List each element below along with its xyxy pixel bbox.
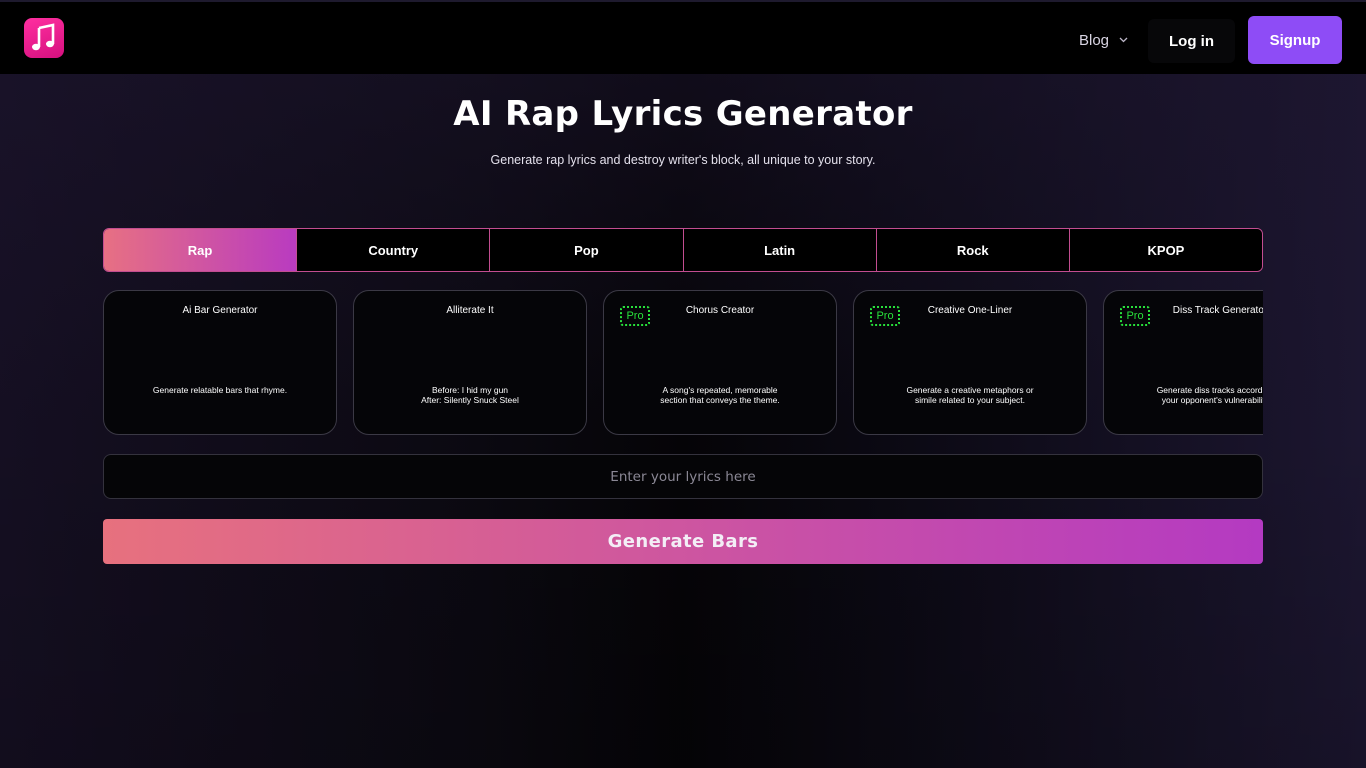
tab-pop[interactable]: Pop <box>489 229 683 271</box>
tool-card-title: Creative One-Liner <box>927 305 1013 316</box>
genre-tabs: Rap Country Pop Latin Rock KPOP <box>103 228 1263 272</box>
tab-kpop[interactable]: KPOP <box>1068 229 1262 271</box>
login-button[interactable]: Log in <box>1148 19 1235 63</box>
tool-card-creative-one-liner[interactable]: Pro Creative One-Liner Generate a creati… <box>853 290 1087 435</box>
app-logo[interactable] <box>24 18 64 58</box>
nav-blog-label: Blog <box>1079 31 1110 49</box>
lyrics-input[interactable] <box>103 454 1263 499</box>
generate-bars-button[interactable]: Generate Bars <box>103 519 1263 564</box>
page-subtitle: Generate rap lyrics and destroy writer's… <box>490 153 876 167</box>
page-title: AI Rap Lyrics Generator <box>453 94 913 134</box>
tab-country[interactable]: Country <box>296 229 490 271</box>
tool-card-description: Generate relatable bars that rhyme. <box>152 385 288 395</box>
tab-rap[interactable]: Rap <box>104 229 297 271</box>
tool-card-description: Generate diss tracks according to your o… <box>1156 385 1263 405</box>
nav-blog-dropdown[interactable]: Blog <box>1079 29 1128 51</box>
chevron-down-icon <box>1119 37 1128 43</box>
music-note-icon <box>32 23 55 51</box>
tab-latin[interactable]: Latin <box>682 229 876 271</box>
tool-card-title: Chorus Creator <box>685 305 755 316</box>
tool-card-description: A song's repeated, memorable section tha… <box>660 385 780 405</box>
tool-card-title: Diss Track Generator <box>1172 305 1263 316</box>
tool-card-ai-bar-generator[interactable]: Ai Bar Generator Generate relatable bars… <box>103 290 337 435</box>
signup-button[interactable]: Signup <box>1248 16 1342 64</box>
top-navbar: Blog Log in Signup <box>0 0 1366 74</box>
tool-card-alliterate-it[interactable]: Alliterate It Before: I hid my gun After… <box>353 290 587 435</box>
tool-card-description: Generate a creative metaphors or simile … <box>906 385 1034 405</box>
tool-card-chorus-creator[interactable]: Pro Chorus Creator A song's repeated, me… <box>603 290 837 435</box>
tool-card-title: Ai Bar Generator <box>182 305 258 316</box>
tool-card-diss-track-generator[interactable]: Pro Diss Track Generator Generate diss t… <box>1103 290 1263 435</box>
tool-card-description: Before: I hid my gun After: Silently Snu… <box>421 385 519 405</box>
tool-carousel[interactable]: Ai Bar Generator Generate relatable bars… <box>103 290 1263 436</box>
tool-card-title: Alliterate It <box>446 305 494 316</box>
tab-rock[interactable]: Rock <box>875 229 1069 271</box>
